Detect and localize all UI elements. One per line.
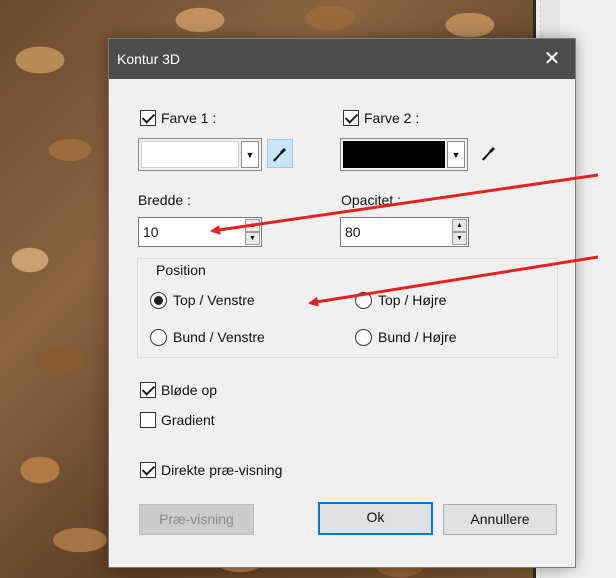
width-decrease-button[interactable]: ▼ — [245, 232, 260, 245]
chevron-down-icon[interactable]: ▼ — [241, 141, 259, 168]
color1-swatch — [141, 141, 239, 168]
radio-top-left[interactable] — [150, 292, 167, 309]
dialog-title: Kontur 3D — [117, 51, 181, 67]
color1-checkbox[interactable] — [140, 110, 156, 126]
blur-label: Bløde op — [161, 382, 218, 398]
width-label: Bredde : — [138, 192, 191, 208]
color2-swatch — [343, 141, 445, 168]
preview-button[interactable]: Præ-visning — [139, 504, 254, 535]
gradient-label: Gradient — [161, 412, 215, 428]
live-preview-label: Direkte præ-visning — [161, 462, 283, 478]
width-increase-button[interactable]: ▲ — [245, 219, 260, 232]
radio-bottom-left-label: Bund / Venstre — [173, 329, 265, 345]
eyedropper-icon[interactable] — [476, 139, 502, 168]
opacity-value: 80 — [345, 224, 361, 240]
width-spinner[interactable]: 10 ▲ ▼ — [138, 217, 262, 247]
blur-checkbox[interactable] — [140, 382, 156, 398]
title-bar: Kontur 3D ✕ — [109, 39, 575, 79]
opacity-spinner[interactable]: 80 ▲ ▼ — [340, 217, 469, 247]
radio-bottom-right[interactable] — [355, 329, 372, 346]
width-spin-arrows[interactable]: ▲ ▼ — [245, 219, 260, 245]
radio-top-right-label: Top / Højre — [378, 292, 447, 308]
close-icon[interactable]: ✕ — [529, 39, 575, 79]
chevron-down-icon[interactable]: ▼ — [447, 141, 465, 168]
radio-bottom-left[interactable] — [150, 329, 167, 346]
color2-label: Farve 2 : — [364, 110, 420, 126]
radio-bottom-right-label: Bund / Højre — [378, 329, 457, 345]
gradient-checkbox[interactable] — [140, 412, 156, 428]
opacity-increase-button[interactable]: ▲ — [452, 219, 467, 232]
opacity-label: Opacitet : — [341, 192, 401, 208]
width-value: 10 — [143, 224, 159, 240]
color2-picker[interactable]: ▼ — [340, 138, 468, 171]
ok-button[interactable]: Ok — [318, 502, 433, 535]
color1-picker[interactable]: ▼ — [138, 138, 262, 171]
eyedropper-icon[interactable] — [267, 139, 293, 168]
position-group-title: Position — [154, 262, 208, 278]
radio-top-right[interactable] — [355, 292, 372, 309]
color2-checkbox[interactable] — [343, 110, 359, 126]
color1-label: Farve 1 : — [161, 110, 217, 126]
live-preview-checkbox[interactable] — [140, 462, 156, 478]
radio-top-left-label: Top / Venstre — [173, 292, 255, 308]
opacity-spin-arrows[interactable]: ▲ ▼ — [452, 219, 467, 245]
cancel-button[interactable]: Annullere — [443, 504, 557, 535]
opacity-decrease-button[interactable]: ▼ — [452, 232, 467, 245]
